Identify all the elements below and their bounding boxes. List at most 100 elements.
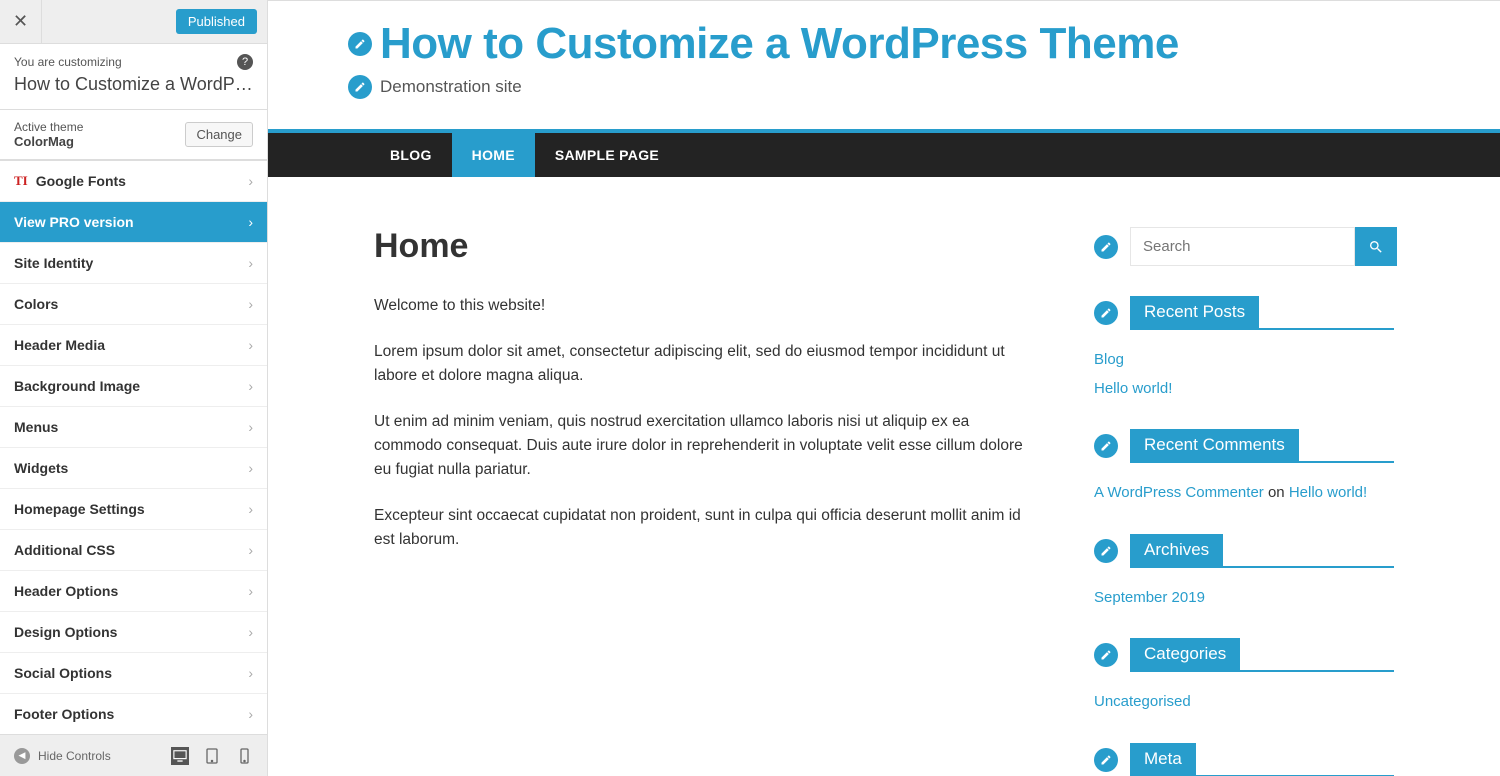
main-content: Home Welcome to this website!Lorem ipsum… (374, 227, 1034, 776)
nav-item-blog[interactable]: BLOG (370, 133, 452, 177)
panel-label: Footer Options (14, 706, 114, 722)
edit-shortcut-icon[interactable] (1094, 539, 1118, 563)
collapse-icon: ◀ (14, 748, 30, 764)
device-preview-toggles (171, 747, 253, 765)
content-paragraph: Excepteur sint occaecat cupidatat non pr… (374, 504, 1034, 552)
widget-title: Recent Posts (1130, 296, 1259, 328)
chevron-right-icon: › (248, 419, 253, 435)
panel-label: Header Options (14, 583, 118, 599)
desktop-preview-icon[interactable] (171, 747, 189, 765)
panel-item-view-pro-version[interactable]: View PRO version › (0, 202, 267, 243)
on-text: on (1268, 484, 1285, 501)
widget-archives: ArchivesSeptember 2019 (1094, 534, 1394, 613)
widget-title: Categories (1130, 638, 1240, 670)
site-preview: How to Customize a WordPress Theme Demon… (268, 0, 1500, 776)
panel-item-google-fonts[interactable]: TI Google Fonts › (0, 160, 267, 202)
panel-item-background-image[interactable]: Background Image › (0, 366, 267, 407)
change-theme-button[interactable]: Change (185, 122, 253, 147)
active-theme-name: ColorMag (14, 134, 83, 149)
edit-shortcut-icon[interactable] (1094, 235, 1118, 259)
panel-label: Additional CSS (14, 542, 115, 558)
sidebar-widgets: Recent PostsBlogHello world!Recent Comme… (1094, 227, 1394, 776)
panel-item-homepage-settings[interactable]: Homepage Settings › (0, 489, 267, 530)
panel-item-header-media[interactable]: Header Media› (0, 325, 267, 366)
panel-label: Background Image (14, 378, 140, 394)
archive-link[interactable]: September 2019 (1094, 589, 1205, 606)
panel-item-additional-css[interactable]: Additional CSS › (0, 530, 267, 571)
nav-item-sample page[interactable]: SAMPLE PAGE (535, 133, 679, 177)
category-link[interactable]: Uncategorised (1094, 693, 1191, 710)
panel-label: Widgets (14, 460, 68, 476)
panel-item-widgets[interactable]: Widgets› (0, 448, 267, 489)
panel-label: View PRO version (14, 214, 134, 230)
widget-body: A WordPress Commenter on Hello world! (1094, 479, 1394, 508)
panel-label: Header Media (14, 337, 105, 353)
panel-label: Google Fonts (36, 173, 126, 189)
chevron-right-icon: › (248, 255, 253, 271)
chevron-right-icon: › (248, 173, 253, 189)
mobile-preview-icon[interactable] (235, 747, 253, 765)
panel-item-footer-options[interactable]: Footer Options › (0, 694, 267, 734)
help-icon[interactable]: ? (237, 54, 253, 70)
active-theme-label: Active theme (14, 120, 83, 134)
comment-post-link[interactable]: Hello world! (1289, 484, 1367, 501)
panel-item-design-options[interactable]: Design Options › (0, 612, 267, 653)
edit-shortcut-icon[interactable] (1094, 434, 1118, 458)
google-fonts-icon: TI (14, 173, 28, 189)
edit-shortcut-icon[interactable] (1094, 643, 1118, 667)
edit-shortcut-icon[interactable] (1094, 748, 1118, 772)
notice-site-title: How to Customize a WordPres... (14, 74, 253, 95)
panel-label: Site Identity (14, 255, 93, 271)
panel-item-social-options[interactable]: Social Options› (0, 653, 267, 694)
commenter-link[interactable]: A WordPress Commenter (1094, 484, 1264, 501)
edit-shortcut-icon[interactable] (348, 32, 372, 56)
chevron-right-icon: › (248, 624, 253, 640)
widget-categories: Categories Uncategorised (1094, 638, 1394, 717)
chevron-right-icon: › (248, 583, 253, 599)
panel-item-menus[interactable]: Menus› (0, 407, 267, 448)
search-input[interactable] (1130, 227, 1355, 266)
hide-controls-button[interactable]: ◀ Hide Controls (14, 748, 111, 764)
widget-recent-posts: Recent Posts Blog Hello world! (1094, 296, 1394, 403)
widget-title: Recent Comments (1130, 429, 1299, 461)
chevron-right-icon: › (248, 214, 253, 230)
primary-nav: BLOGHOMESAMPLE PAGE (268, 129, 1500, 177)
close-customizer-button[interactable]: ✕ (0, 0, 42, 44)
chevron-right-icon: › (248, 542, 253, 558)
panel-item-header-options[interactable]: Header Options › (0, 571, 267, 612)
tablet-preview-icon[interactable] (203, 747, 221, 765)
nav-item-home[interactable]: HOME (452, 133, 535, 177)
panel-item-site-identity[interactable]: Site Identity › (0, 243, 267, 284)
panel-label: Social Options (14, 665, 112, 681)
content-paragraph: Welcome to this website! (374, 294, 1034, 318)
panel-label: Colors (14, 296, 58, 312)
edit-shortcut-icon[interactable] (1094, 301, 1118, 325)
panel-item-colors[interactable]: Colors › (0, 284, 267, 325)
widget-title: Meta (1130, 743, 1196, 775)
post-link[interactable]: Blog (1094, 351, 1124, 368)
panel-list: TIGoogle Fonts›View PRO version›Site Ide… (0, 160, 267, 734)
chevron-right-icon: › (248, 501, 253, 517)
active-theme-row: Active theme ColorMag Change (0, 110, 267, 160)
chevron-right-icon: › (248, 296, 253, 312)
site-tagline: Demonstration site (380, 77, 522, 97)
chevron-right-icon: › (248, 378, 253, 394)
site-title[interactable]: How to Customize a WordPress Theme (380, 19, 1179, 69)
publish-status-button[interactable]: Published (176, 9, 257, 34)
sidebar-footer: ◀ Hide Controls (0, 734, 267, 776)
edit-shortcut-icon[interactable] (348, 75, 372, 99)
content-paragraph: Ut enim ad minim veniam, quis nostrud ex… (374, 410, 1034, 482)
widget-meta: Meta (1094, 743, 1394, 776)
sidebar-top-bar: ✕ Published (0, 0, 267, 44)
panel-label: Homepage Settings (14, 501, 145, 517)
widget-recent-comments: Recent Comments A WordPress Commenter on … (1094, 429, 1394, 508)
panel-label: Design Options (14, 624, 117, 640)
post-link[interactable]: Hello world! (1094, 380, 1172, 397)
widget-body: Blog Hello world! (1094, 346, 1394, 403)
search-button[interactable] (1355, 227, 1397, 266)
hide-controls-label: Hide Controls (38, 749, 111, 763)
chevron-right-icon: › (248, 706, 253, 722)
page-title: Home (374, 227, 1034, 266)
search-form (1130, 227, 1397, 266)
site-header: How to Customize a WordPress Theme Demon… (268, 19, 1500, 99)
